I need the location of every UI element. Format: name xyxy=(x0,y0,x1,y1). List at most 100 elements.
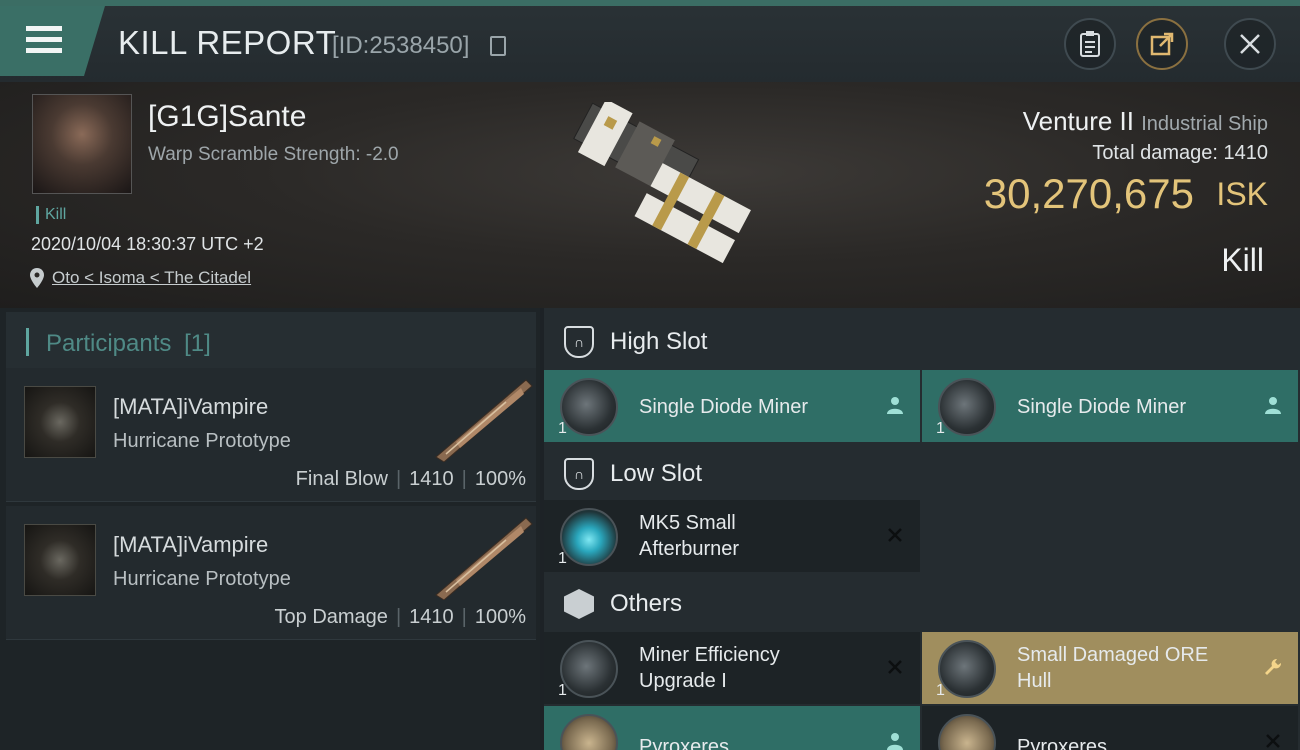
cargo-box-icon xyxy=(564,589,594,619)
warp-scramble-strength: Warp Scramble Strength: -2.0 xyxy=(148,144,399,165)
module-card[interactable]: 1 Miner Efficiency Upgrade I xyxy=(544,632,920,704)
afterburner-module-icon xyxy=(560,508,618,566)
destroyed-icon xyxy=(1262,730,1284,750)
participant-ship-image xyxy=(435,517,533,600)
ore-icon xyxy=(560,714,618,750)
module-name-line: Upgrade I xyxy=(639,670,727,692)
module-card[interactable]: Pyroxeres xyxy=(544,706,920,750)
person-icon xyxy=(884,394,906,416)
menu-button[interactable] xyxy=(0,6,105,76)
miner-module-icon xyxy=(560,378,618,436)
location-link[interactable]: Oto < Isoma < The Citadel xyxy=(52,268,251,288)
module-quantity: 1 xyxy=(558,682,567,699)
module-name-line: Afterburner xyxy=(639,538,740,560)
hamburger-icon-line xyxy=(26,37,62,42)
participant-ship-image xyxy=(435,379,533,462)
module-card[interactable]: 1 MK5 Small Afterburner xyxy=(544,500,920,572)
ore-icon xyxy=(938,714,996,750)
kill-result: Kill xyxy=(1221,242,1264,278)
module-name: Pyroxeres xyxy=(1017,736,1108,750)
participant-role: Top Damage xyxy=(274,606,388,628)
clipboard-icon xyxy=(1080,31,1100,57)
module-name: Small Damaged ORE Hull xyxy=(1017,642,1208,694)
module-card[interactable]: Pyroxeres xyxy=(922,706,1298,750)
victim-avatar[interactable] xyxy=(32,94,132,194)
top-bar: KILL REPORT [ID:2538450] xyxy=(0,0,1300,82)
module-card[interactable]: 1 Single Diode Miner xyxy=(922,370,1298,442)
miner-upgrade-icon xyxy=(560,640,618,698)
person-icon xyxy=(884,730,906,750)
participants-header: Participants [1] xyxy=(6,312,536,372)
total-damage: Total damage: 1410 xyxy=(1092,142,1268,164)
hamburger-icon-line xyxy=(26,48,62,53)
clipboard-button[interactable] xyxy=(1064,18,1116,70)
copy-icon[interactable] xyxy=(490,36,506,56)
participant-percent: 100% xyxy=(474,606,526,628)
module-card[interactable]: 1 Small Damaged ORE Hull xyxy=(922,632,1298,704)
participants-count: [1] xyxy=(184,330,211,357)
low-slot-icon: ∩ xyxy=(564,458,594,490)
module-name-line: Small Damaged ORE xyxy=(1017,644,1209,666)
separator: | xyxy=(395,468,402,490)
victim-name[interactable]: [G1G]Sante xyxy=(148,100,306,134)
isk-value: 30,270,675 xyxy=(983,170,1194,217)
victim-panel: [G1G]Sante Warp Scramble Strength: -2.0 … xyxy=(0,82,1300,308)
module-name-line: Miner Efficiency xyxy=(639,644,780,666)
participant-name: [MATA]iVampire xyxy=(113,532,269,557)
participant-row[interactable]: [MATA]iVampire Hurricane Prototype Final… xyxy=(6,368,536,502)
participant-ship: Hurricane Prototype xyxy=(113,430,291,452)
share-button[interactable] xyxy=(1136,18,1188,70)
kill-tag: Kill xyxy=(36,206,66,224)
module-quantity: 1 xyxy=(936,420,945,437)
separator: | xyxy=(461,606,467,628)
module-name-line: Hull xyxy=(1017,670,1052,692)
high-slot-icon: ∩ xyxy=(564,326,594,358)
module-name-line: MK5 Small xyxy=(639,512,736,534)
destroyed-icon xyxy=(884,656,906,678)
participant-role: Final Blow xyxy=(295,468,388,490)
others-header: Others xyxy=(544,576,1300,632)
low-slot-label: Low Slot xyxy=(610,460,703,487)
page-title: KILL REPORT xyxy=(118,24,337,61)
miner-module-icon xyxy=(938,378,996,436)
kill-id: [ID:2538450] xyxy=(332,32,470,59)
participant-name: [MATA]iVampire xyxy=(113,394,269,419)
participant-avatar[interactable] xyxy=(24,524,96,596)
participant-stats: Top Damage | 1410 | 100% xyxy=(275,606,526,629)
participant-percent: 100% xyxy=(474,468,526,490)
participant-avatar[interactable] xyxy=(24,386,96,458)
module-name: MK5 Small Afterburner xyxy=(639,510,739,562)
module-quantity: 1 xyxy=(558,420,567,437)
module-name: Miner Efficiency Upgrade I xyxy=(639,642,780,694)
participants-panel: Participants [1] [MATA]iVampire Hurrican… xyxy=(0,308,540,750)
kill-location[interactable]: Oto < Isoma < The Citadel xyxy=(30,268,251,288)
isk-unit: ISK xyxy=(1216,176,1268,212)
location-pin-icon xyxy=(30,268,44,288)
destroyed-icon xyxy=(884,524,906,546)
module-name: Single Diode Miner xyxy=(639,396,808,418)
participant-stats: Final Blow | 1410 | 100% xyxy=(296,468,526,491)
fitting-panel: ∩ High Slot 1 Single Diode Miner 1 Singl… xyxy=(544,308,1300,750)
participant-row[interactable]: [MATA]iVampire Hurricane Prototype Top D… xyxy=(6,506,536,640)
separator: | xyxy=(395,606,402,628)
ship-name[interactable]: Venture II xyxy=(1023,106,1134,136)
high-slot-label: High Slot xyxy=(610,328,708,355)
module-quantity: 1 xyxy=(558,550,567,567)
victim-ship-image xyxy=(573,102,751,264)
low-slot-header: ∩ Low Slot xyxy=(544,446,1300,502)
module-name: Single Diode Miner xyxy=(1017,396,1186,418)
ship-type: Venture II Industrial Ship xyxy=(1023,106,1268,137)
participant-ship: Hurricane Prototype xyxy=(113,568,291,590)
module-card[interactable]: 1 Single Diode Miner xyxy=(544,370,920,442)
ore-hull-icon xyxy=(938,640,996,698)
participant-damage: 1410 xyxy=(409,468,454,490)
ship-class: Industrial Ship xyxy=(1141,113,1268,135)
high-slot-header: ∩ High Slot xyxy=(544,314,1300,370)
close-button[interactable] xyxy=(1224,18,1276,70)
wrench-icon xyxy=(1262,656,1284,678)
kill-datetime: 2020/10/04 18:30:37 UTC +2 xyxy=(31,234,264,254)
participant-damage: 1410 xyxy=(409,606,454,628)
hamburger-icon xyxy=(26,26,62,31)
module-name: Pyroxeres xyxy=(639,736,730,750)
participants-label: Participants xyxy=(46,330,172,357)
